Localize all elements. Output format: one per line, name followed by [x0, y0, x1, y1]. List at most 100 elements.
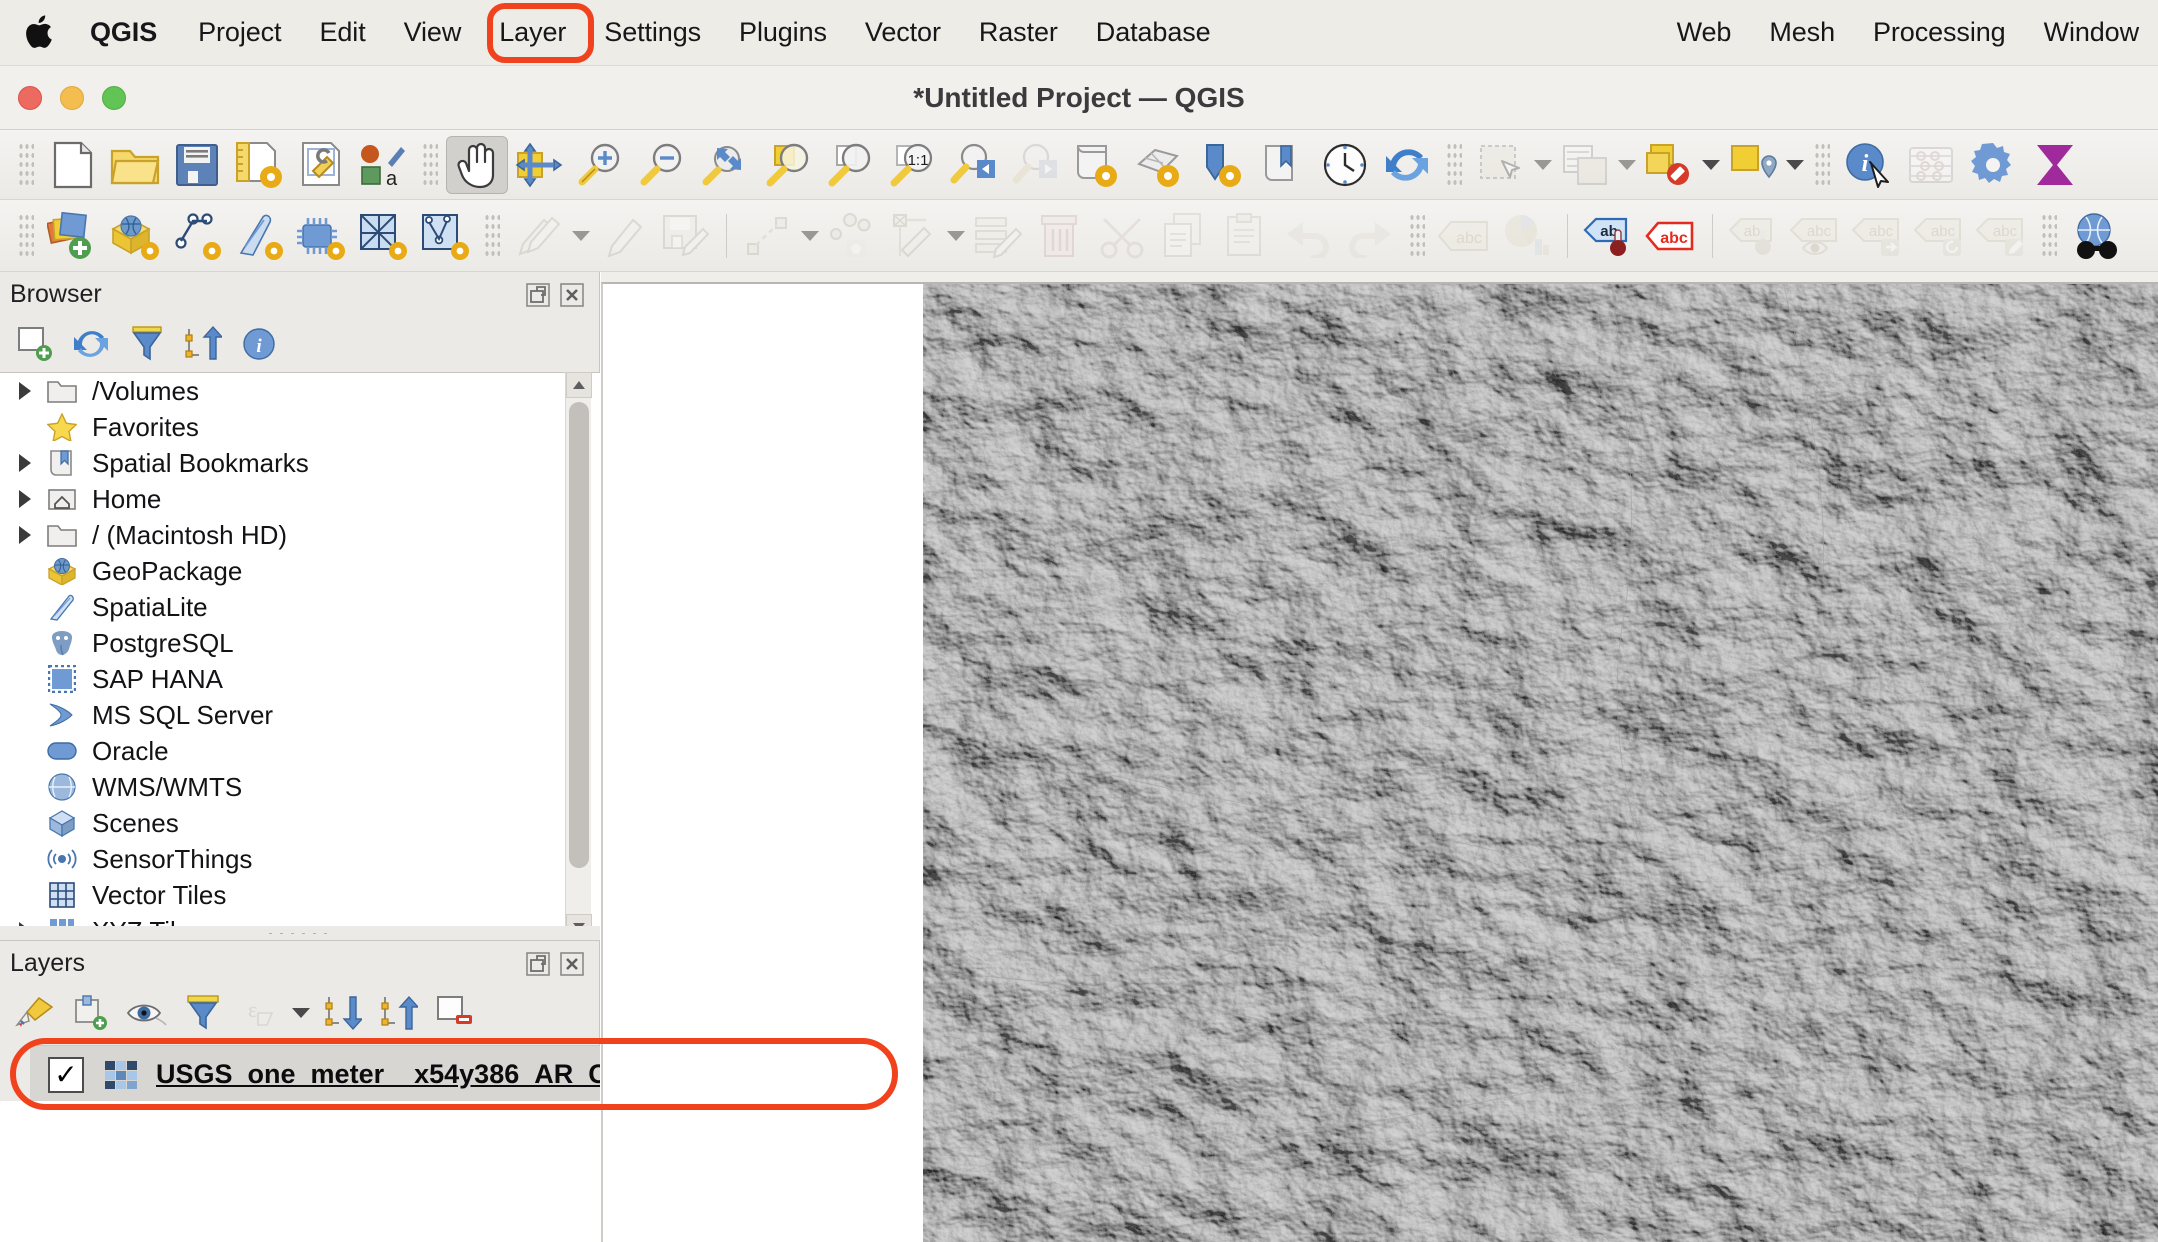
tree-item-postgresql[interactable]: PostgreSQL [0, 625, 600, 661]
open-project-icon[interactable] [104, 136, 166, 194]
layer-visibility-checkbox[interactable]: ✓ [48, 1056, 84, 1093]
add-postgis-layer-icon[interactable] [228, 207, 290, 265]
expand-arrow-icon[interactable] [8, 445, 42, 481]
tree-item-sensorthings[interactable]: SensorThings [0, 841, 600, 877]
menu-plugins[interactable]: Plugins [720, 13, 846, 52]
filter-legend-icon[interactable] [178, 990, 228, 1036]
open-layer-styling-icon[interactable] [10, 990, 60, 1036]
new-project-icon[interactable] [42, 136, 104, 194]
options-gear-icon[interactable] [1962, 136, 2024, 194]
add-vectortile-layer-icon[interactable] [414, 207, 476, 265]
menu-settings[interactable]: Settings [585, 13, 720, 52]
menu-raster[interactable]: Raster [960, 13, 1077, 52]
python-console-icon[interactable] [2024, 136, 2086, 194]
remove-layer-icon[interactable] [430, 990, 480, 1036]
map-canvas[interactable] [601, 282, 2158, 1242]
toolbar-grip[interactable] [1409, 212, 1425, 259]
pan-map-icon[interactable] [446, 135, 508, 194]
select-value-dropdown-icon[interactable] [1616, 136, 1638, 194]
close-panel-icon[interactable] [559, 282, 585, 308]
tree-item-vector-tiles[interactable]: Vector Tiles [0, 877, 600, 913]
zoom-native-icon[interactable]: 1:1 [880, 136, 942, 194]
zoom-in-icon[interactable] [570, 136, 632, 194]
add-feature-dropdown-icon[interactable] [799, 207, 821, 265]
browser-tree[interactable]: /Volumes Favorites Spatial Bookmarks Hom… [0, 372, 600, 940]
annotations-dropdown-icon[interactable] [1784, 136, 1806, 194]
undock-panel-icon[interactable] [525, 282, 551, 308]
zoom-to-selection-icon[interactable] [756, 136, 818, 194]
close-panel-icon[interactable] [559, 951, 585, 977]
refresh-browser-icon[interactable] [66, 321, 116, 367]
new-print-layout-icon[interactable] [228, 136, 290, 194]
new-3d-map-view-icon[interactable] [1128, 136, 1190, 194]
tree-item-wms-wmts[interactable]: WMS/WMTS [0, 769, 600, 805]
toolbar-grip[interactable] [484, 212, 500, 259]
zoom-full-icon[interactable] [694, 136, 756, 194]
temporal-controller-icon[interactable] [1314, 136, 1376, 194]
tree-item-favorites[interactable]: Favorites [0, 409, 600, 445]
toolbar-grip[interactable] [18, 141, 34, 188]
new-elevation-profile-icon[interactable] [1190, 136, 1252, 194]
add-geopackage-layer-icon[interactable] [104, 207, 166, 265]
expand-arrow-icon[interactable] [8, 373, 42, 409]
collapse-all-icon[interactable] [374, 990, 424, 1036]
tree-item-spatial-bookmarks[interactable]: Spatial Bookmarks [0, 445, 600, 481]
menu-vector[interactable]: Vector [846, 13, 960, 52]
apple-logo-icon[interactable] [22, 14, 54, 52]
layout-manager-icon[interactable] [290, 136, 352, 194]
highlight-labels-icon[interactable]: abc [1640, 207, 1702, 265]
zoom-to-layer-icon[interactable] [818, 136, 880, 194]
menu-layer[interactable]: Layer [480, 13, 585, 52]
toolbar-grip[interactable] [18, 212, 34, 259]
tree-item-spatialite[interactable]: SpatiaLite [0, 589, 600, 625]
filter-legend-dropdown-icon[interactable] [290, 984, 312, 1042]
add-mssql-layer-icon[interactable] [290, 207, 352, 265]
collapse-all-icon[interactable] [178, 321, 228, 367]
show-properties-icon[interactable]: i [234, 321, 284, 367]
panel-splitter[interactable] [0, 926, 600, 940]
zoom-out-icon[interactable] [632, 136, 694, 194]
tree-item-volumes[interactable]: /Volumes [0, 373, 600, 409]
expand-arrow-icon[interactable] [8, 517, 42, 553]
open-data-source-manager-icon[interactable] [42, 207, 104, 265]
toolbar-grip[interactable] [1814, 141, 1830, 188]
toolbar-grip[interactable] [422, 141, 438, 188]
undock-panel-icon[interactable] [525, 951, 551, 977]
add-wms-layer-icon[interactable] [352, 207, 414, 265]
expand-arrow-icon[interactable] [8, 481, 42, 517]
tree-item-sap-hana[interactable]: SAP HANA [0, 661, 600, 697]
select-features-dropdown-icon[interactable] [1532, 136, 1554, 194]
tree-item-oracle[interactable]: Oracle [0, 733, 600, 769]
menu-mesh[interactable]: Mesh [1750, 13, 1854, 52]
tree-item-home[interactable]: Home [0, 481, 600, 517]
refresh-icon[interactable] [1376, 136, 1438, 194]
add-spatialite-layer-icon[interactable] [166, 207, 228, 265]
scroll-up-icon[interactable] [566, 372, 592, 398]
tree-item-geopackage[interactable]: GeoPackage [0, 553, 600, 589]
save-project-icon[interactable] [166, 136, 228, 194]
show-bookmarks-icon[interactable] [1252, 136, 1314, 194]
menu-project[interactable]: Project [179, 13, 300, 52]
layer-row[interactable]: ✓ USGS_one_meter__x54y386_AR_C [30, 1045, 600, 1103]
identify-features-icon[interactable]: i [1838, 136, 1900, 194]
manage-map-themes-icon[interactable] [122, 990, 172, 1036]
pin-labels-icon[interactable]: ab [1578, 207, 1640, 265]
new-map-view-icon[interactable] [1066, 136, 1128, 194]
add-group-icon[interactable] [66, 990, 116, 1036]
modify-attributes-dropdown-icon[interactable] [945, 207, 967, 265]
add-layer-icon[interactable] [10, 321, 60, 367]
toolbar-grip[interactable] [1446, 141, 1462, 188]
toggle-editing-dropdown-icon[interactable] [570, 207, 592, 265]
expand-all-icon[interactable] [318, 990, 368, 1036]
style-manager-icon[interactable]: a [352, 136, 414, 194]
menu-processing[interactable]: Processing [1854, 13, 2025, 52]
pan-to-selection-icon[interactable] [508, 136, 570, 194]
filter-browser-icon[interactable] [122, 321, 172, 367]
identify-annotations-icon[interactable] [1722, 136, 1784, 194]
deselect-dropdown-icon[interactable] [1700, 136, 1722, 194]
menu-window[interactable]: Window [2025, 13, 2158, 52]
browser-scrollbar[interactable] [565, 372, 592, 940]
deselect-features-icon[interactable] [1638, 136, 1700, 194]
zoom-last-icon[interactable] [942, 136, 1004, 194]
menu-web[interactable]: Web [1658, 13, 1751, 52]
